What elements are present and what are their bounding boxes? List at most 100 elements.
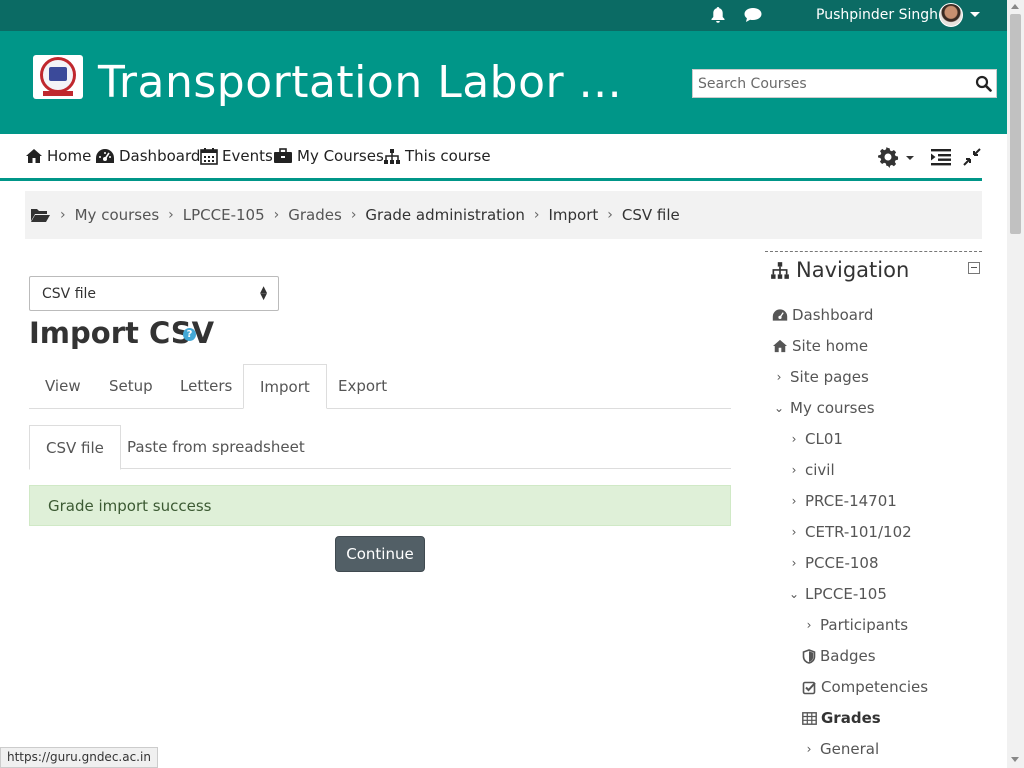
link-status-bar: https://guru.gndec.ac.in (0, 747, 158, 768)
import-type-select[interactable]: CSV file ▲ ▼ (29, 276, 279, 311)
navigation-title: Navigation (796, 258, 910, 282)
chevron-right-icon: › (791, 556, 797, 570)
nav-item-grades[interactable]: Grades (802, 708, 881, 728)
nav-item-site-pages[interactable]: › Site pages (772, 367, 869, 387)
nav-item-label: PRCE-14701 (805, 492, 897, 510)
nav-item-cetr-101-102[interactable]: › CETR-101/102 (787, 522, 912, 542)
nav-home[interactable]: Home (25, 147, 91, 165)
subtab-paste-from-spreadsheet[interactable]: Paste from spreadsheet (111, 425, 321, 470)
breadcrumb-grade-administration[interactable]: Grade administration (365, 206, 524, 224)
help-icon[interactable]: ? (183, 328, 196, 341)
nav-item-dashboard[interactable]: Dashboard (772, 305, 873, 325)
breadcrumb-grades[interactable]: Grades (288, 206, 342, 224)
nav-item-badges[interactable]: Badges (802, 646, 876, 666)
breadcrumb-separator-icon: › (60, 207, 66, 223)
nav-item-label: General (820, 740, 880, 758)
chevron-right-icon: › (791, 432, 797, 446)
breadcrumb-course[interactable]: LPCCE-105 (183, 206, 265, 224)
navbar-underline (0, 178, 982, 181)
tab-export[interactable]: Export (322, 364, 403, 409)
subtab-csv-file[interactable]: CSV file (29, 425, 121, 470)
notifications-bell-icon[interactable] (709, 6, 727, 28)
nav-my-courses[interactable]: My Courses (273, 147, 384, 165)
scroll-up-icon[interactable] (1011, 4, 1019, 9)
navigation-block: Navigation Dashboard Site home › Site pa… (765, 251, 982, 768)
tab-import[interactable]: Import (243, 364, 327, 409)
nav-item-competencies[interactable]: Competencies (802, 677, 928, 697)
tab-view[interactable]: View (29, 364, 97, 409)
nav-item-label: CETR-101/102 (805, 523, 912, 541)
chevron-right-icon: › (791, 463, 797, 477)
page-scrollbar[interactable] (1007, 0, 1024, 768)
nav-item-site-home[interactable]: Site home (772, 336, 868, 356)
navigation-heading: Navigation (770, 258, 909, 282)
nav-dashboard-label: Dashboard (119, 147, 201, 165)
chevron-down-icon: ⌄ (788, 587, 800, 601)
nav-item-my-courses[interactable]: ⌄ My courses (772, 398, 875, 418)
continue-button[interactable]: Continue (335, 536, 425, 572)
indent-icon[interactable] (930, 148, 952, 170)
chevron-right-icon: › (806, 618, 812, 632)
breadcrumb-import[interactable]: Import (549, 206, 599, 224)
avatar[interactable] (939, 3, 963, 27)
breadcrumb-separator-icon: › (168, 207, 174, 223)
tab-letters[interactable]: Letters (164, 364, 248, 409)
settings-gear-icon[interactable] (877, 146, 899, 172)
nav-item-participants[interactable]: › Participants (802, 615, 909, 635)
nav-item-lpcce-105[interactable]: ⌄ LPCCE-105 (787, 584, 887, 604)
nav-item-cl01[interactable]: › CL01 (787, 429, 843, 449)
folder-open-icon[interactable] (30, 207, 51, 223)
top-bar: Pushpinder Singh (0, 0, 1007, 31)
calendar-icon (200, 148, 218, 165)
user-menu-caret-icon[interactable] (970, 12, 980, 17)
nav-item-pcce-108[interactable]: › PCCE-108 (787, 553, 879, 573)
nav-item-label: LPCCE-105 (805, 585, 887, 603)
breadcrumb-csv-file[interactable]: CSV file (622, 206, 680, 224)
breadcrumb-separator-icon: › (273, 207, 280, 223)
chevron-right-icon: › (791, 494, 797, 508)
nav-item-label: Competencies (821, 678, 929, 696)
site-title[interactable]: Transportation Labor ... (98, 57, 622, 108)
nav-item-label: Site home (792, 337, 869, 355)
tab-setup[interactable]: Setup (93, 364, 169, 409)
nav-home-label: Home (47, 147, 92, 165)
nav-events-label: Events (222, 147, 273, 165)
breadcrumb: › My courses › LPCCE-105 › Grades › Grad… (25, 191, 982, 239)
nav-item-label: PCCE-108 (805, 554, 879, 572)
import-subtabs: CSV file Paste from spreadsheet (29, 425, 731, 470)
dashboard-icon (96, 149, 114, 163)
check-square-icon (802, 681, 816, 694)
home-icon (773, 339, 787, 353)
nav-this-course-label: This course (405, 147, 491, 165)
import-type-select-value: CSV file (42, 286, 97, 302)
grade-tabs: View Setup Letters Import Export (29, 364, 731, 409)
nav-item-label: Grades (821, 709, 881, 727)
collapse-block-icon[interactable] (968, 262, 980, 274)
briefcase-icon (274, 148, 292, 163)
nav-this-course[interactable]: This course (383, 147, 491, 165)
nav-item-prce-14701[interactable]: › PRCE-14701 (787, 491, 897, 511)
breadcrumb-my-courses[interactable]: My courses (75, 206, 160, 224)
nav-item-label: Site pages (790, 368, 869, 386)
shield-icon (802, 648, 816, 664)
compress-icon[interactable] (963, 148, 981, 170)
sitemap-icon (771, 261, 789, 279)
nav-dashboard[interactable]: Dashboard (95, 147, 200, 165)
sitemap-icon (384, 148, 400, 164)
breadcrumb-separator-icon: › (607, 207, 613, 223)
search-input[interactable] (693, 70, 963, 97)
nav-item-civil[interactable]: › civil (787, 460, 835, 480)
settings-caret-icon[interactable] (906, 156, 914, 160)
nav-item-general[interactable]: › General (802, 739, 880, 759)
messages-chat-icon[interactable] (743, 7, 763, 27)
nav-events[interactable]: Events (200, 147, 273, 165)
search-icon[interactable] (975, 75, 992, 96)
scroll-down-icon[interactable] (1011, 757, 1019, 762)
chevron-right-icon: › (791, 525, 797, 539)
site-logo[interactable] (33, 55, 83, 99)
scrollbar-thumb[interactable] (1010, 14, 1021, 234)
success-alert: Grade import success (29, 485, 731, 526)
main-navbar: Home Dashboard Events My Courses This co… (0, 134, 1007, 182)
select-arrows-icon: ▲ ▼ (260, 285, 267, 302)
user-name[interactable]: Pushpinder Singh (816, 7, 938, 23)
